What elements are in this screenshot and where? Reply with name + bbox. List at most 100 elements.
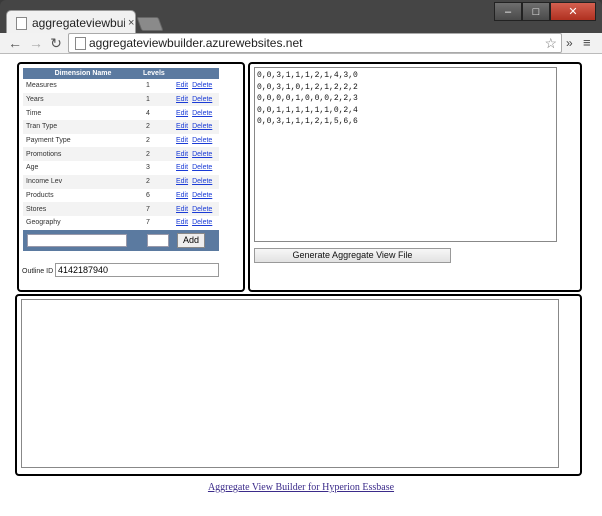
actions-cell: Edit Delete [173, 216, 219, 230]
edit-link[interactable]: Edit [176, 96, 188, 103]
browser-toolbar: ← → ↻ aggregateviewbuilder.azurewebsites… [0, 33, 602, 54]
tab-title: aggregateviewbuilde [32, 16, 125, 30]
edit-link[interactable]: Edit [176, 164, 188, 171]
dimension-name-input[interactable] [27, 234, 127, 247]
menu-icon[interactable]: ≡ [583, 34, 591, 52]
maximize-icon[interactable]: □ [522, 2, 550, 21]
levels-cell: 2 [146, 137, 150, 145]
delete-link[interactable]: Delete [192, 137, 212, 144]
dimension-name-cell: Geography [26, 219, 61, 227]
actions-cell: Edit Delete [173, 106, 219, 120]
edit-link[interactable]: Edit [176, 206, 188, 213]
levels-cell: 6 [146, 191, 150, 199]
dimension-name-cell: Products [26, 191, 54, 199]
actions-cell: Edit Delete [173, 120, 219, 134]
edit-link[interactable]: Edit [176, 192, 188, 199]
outline-id-input[interactable]: 4142187940 [55, 263, 219, 277]
add-dimension-bar: Add [23, 230, 219, 251]
delete-link[interactable]: Delete [192, 82, 212, 89]
table-row: Payment Type 2 Edit Delete [23, 134, 219, 148]
delete-link[interactable]: Delete [192, 219, 212, 226]
page-icon [75, 37, 86, 50]
header-dimension-name: Dimension Name [23, 68, 143, 79]
edit-link[interactable]: Edit [176, 219, 188, 226]
edit-link[interactable]: Edit [176, 178, 188, 185]
output-textarea[interactable] [21, 299, 559, 468]
table-row: Years 1 Edit Delete [23, 92, 219, 107]
sequence-textarea[interactable]: 0,0,3,1,1,1,2,1,4,3,0 0,0,3,1,0,1,2,1,2,… [254, 67, 557, 242]
delete-link[interactable]: Delete [192, 164, 212, 171]
dimension-name-cell: Income Lev [23, 174, 143, 189]
delete-link[interactable]: Delete [192, 192, 212, 199]
header-actions [173, 68, 219, 79]
sequence-panel: 0,0,3,1,1,1,2,1,4,3,0 0,0,3,1,0,1,2,1,2,… [248, 62, 582, 292]
dimension-name-cell: Age [26, 164, 39, 172]
edit-link[interactable]: Edit [176, 82, 188, 89]
new-tab-button[interactable] [136, 17, 164, 31]
page-content: Dimension Name Levels Measures 1 Edit Delet… [0, 54, 602, 516]
edit-link[interactable]: Edit [176, 123, 188, 130]
tab-close-icon[interactable]: × [128, 17, 134, 29]
edit-link[interactable]: Edit [176, 137, 188, 144]
edit-link[interactable]: Edit [176, 151, 188, 158]
star-icon[interactable]: ☆ [544, 34, 557, 52]
close-icon[interactable]: ✕ [550, 2, 596, 21]
dimension-name-cell: Tran Type [23, 120, 143, 134]
browser-tab[interactable]: aggregateviewbuilde × [6, 10, 136, 35]
dimension-name-cell: Stores [23, 202, 143, 216]
actions-cell: Edit Delete [173, 134, 219, 148]
levels-cell: 7 [143, 202, 173, 216]
window-controls: – □ ✕ [494, 2, 596, 21]
actions-cell: Edit Delete [173, 92, 219, 107]
edit-link[interactable]: Edit [176, 110, 188, 117]
output-panel [15, 294, 582, 476]
table-row: Products 6 Edit Delete [23, 189, 219, 203]
actions-cell: Edit Delete [173, 189, 219, 203]
dimensions-panel: Dimension Name Levels Measures 1 Edit Delet… [17, 62, 245, 292]
levels-input[interactable] [147, 234, 169, 247]
dimension-name-cell: Measures [26, 82, 57, 90]
generate-button[interactable]: Generate Aggregate View File [254, 248, 451, 263]
levels-cell: 2 [143, 174, 173, 189]
delete-link[interactable]: Delete [192, 96, 212, 103]
table-row: Promotions 2 Edit Delete [23, 147, 219, 162]
delete-link[interactable]: Delete [192, 110, 212, 117]
actions-cell: Edit Delete [173, 174, 219, 189]
back-arrow-icon[interactable]: ← [6, 34, 24, 52]
extensions-chevron-icon[interactable]: » [566, 34, 573, 52]
dimension-name-cell: Payment Type [26, 137, 71, 145]
page-icon [16, 16, 27, 30]
dimensions-table: Dimension Name Levels Measures 1 Edit Delet… [23, 68, 219, 230]
delete-link[interactable]: Delete [192, 206, 212, 213]
levels-cell: 2 [143, 147, 173, 162]
levels-cell: 7 [146, 219, 150, 227]
delete-link[interactable]: Delete [192, 151, 212, 158]
levels-cell: 1 [143, 92, 173, 107]
actions-cell: Edit Delete [173, 161, 219, 175]
table-row: Stores 7 Edit Delete [23, 202, 219, 216]
delete-link[interactable]: Delete [192, 178, 212, 185]
actions-cell: Edit Delete [173, 79, 219, 93]
table-row: Measures 1 Edit Delete [23, 79, 219, 93]
add-button[interactable]: Add [177, 233, 205, 248]
levels-cell: 4 [146, 109, 150, 117]
dimension-name-cell: Years [23, 92, 143, 107]
actions-cell: Edit Delete [173, 202, 219, 216]
reload-icon[interactable]: ↻ [47, 34, 65, 52]
dimension-name-cell: Promotions [23, 147, 143, 162]
table-row: Geography 7 Edit Delete [23, 216, 219, 230]
footer-link[interactable]: Aggregate View Builder for Hyperion Essb… [208, 482, 394, 493]
address-bar[interactable]: aggregateviewbuilder.azurewebsites.net ☆ [68, 33, 562, 53]
minimize-icon[interactable]: – [494, 2, 522, 21]
table-row: Age 3 Edit Delete [23, 161, 219, 175]
table-row: Time 4 Edit Delete [23, 106, 219, 120]
dimension-name-cell: Time [26, 109, 42, 117]
delete-link[interactable]: Delete [192, 123, 212, 130]
browser-window: aggregateviewbuilde × – □ ✕ ← → ↻ aggreg… [0, 0, 602, 516]
forward-arrow-icon[interactable]: → [27, 34, 45, 52]
table-row: Income Lev 2 Edit Delete [23, 174, 219, 189]
levels-cell: 2 [143, 120, 173, 134]
levels-cell: 3 [146, 164, 150, 172]
header-levels: Levels [143, 68, 173, 79]
outline-id-label: Outline ID [22, 268, 54, 275]
